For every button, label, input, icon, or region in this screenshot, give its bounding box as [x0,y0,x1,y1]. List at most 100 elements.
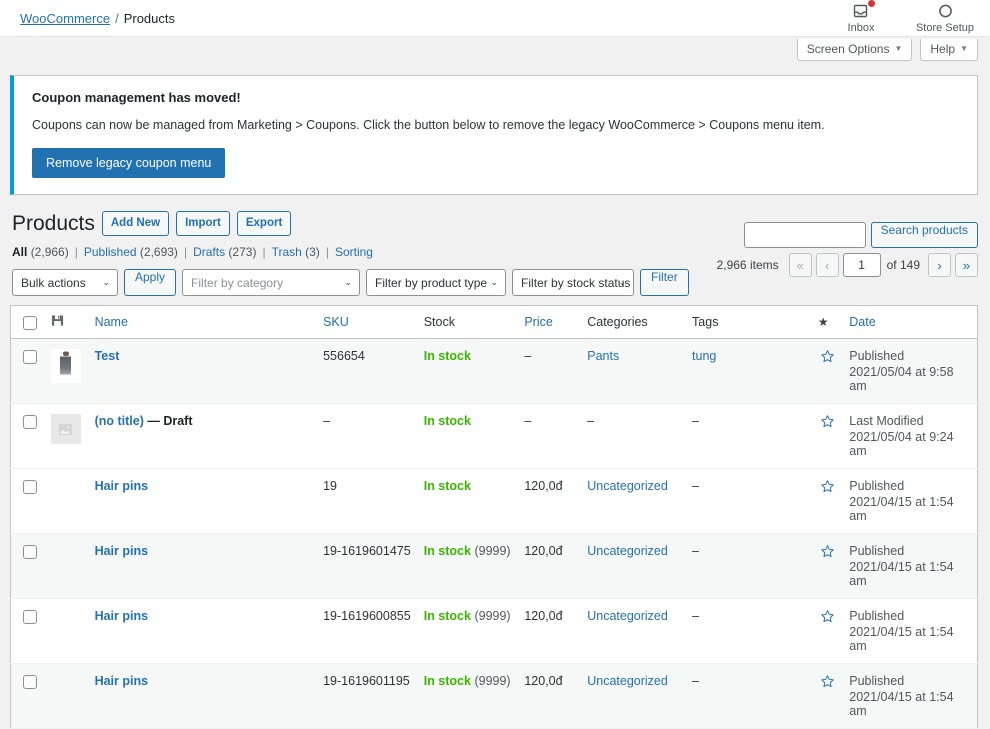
status-link-drafts[interactable]: Drafts [193,245,225,259]
header-sku[interactable]: SKU [317,306,418,339]
product-name-link[interactable]: Test [95,349,120,363]
row-tags-cell: tung [686,339,812,404]
star-outline-icon[interactable] [820,544,835,562]
row-thumbnail-cell [45,664,89,729]
first-page-button[interactable]: « [789,253,812,277]
coupon-notice-title: Coupon management has moved! [32,90,965,105]
header-name-link[interactable]: Name [95,315,128,329]
products-table-head: Name SKU Stock Price Categories Tags ★ D… [11,306,978,339]
search-input[interactable] [744,222,866,248]
row-checkbox[interactable] [23,610,37,624]
table-row[interactable]: Test 556654 In stock – Pants tung Publis… [11,339,978,404]
table-row[interactable]: Hair pins 19-1619601475 In stock (9999) … [11,534,978,599]
import-button[interactable]: Import [176,211,230,236]
select-all-checkbox[interactable] [23,316,37,330]
store-setup-button[interactable]: Store Setup [914,0,976,34]
product-name-link[interactable]: Hair pins [95,479,149,493]
product-name-link[interactable]: Hair pins [95,544,149,558]
screen-options-button[interactable]: Screen Options ▼ [797,39,913,61]
prev-page-button[interactable]: ‹ [816,253,839,277]
help-button[interactable]: Help ▼ [920,39,978,61]
star-outline-icon[interactable] [820,349,835,367]
products-table: Name SKU Stock Price Categories Tags ★ D… [10,305,978,729]
apply-button[interactable]: Apply [124,269,176,296]
screen-options-label: Screen Options [807,43,890,55]
filter-by-category-select[interactable]: Filter by category ⌄ [182,269,360,296]
header-featured[interactable]: ★ [812,306,843,339]
row-tags-cell: – [686,469,812,534]
star-outline-icon[interactable] [820,609,835,627]
category-link[interactable]: Uncategorized [587,544,668,558]
product-thumbnail[interactable] [51,349,81,383]
placeholder-image-icon[interactable] [51,414,81,444]
breadcrumb-link-woocommerce[interactable]: WooCommerce [20,11,110,26]
date-status: Published [849,349,971,363]
search-products-button[interactable]: Search products [871,222,978,248]
status-link-all[interactable]: All [12,245,27,259]
row-checkbox[interactable] [23,545,37,559]
inbox-notification-badge [868,0,875,7]
date-value: 2021/04/15 at 1:54 am [849,690,971,718]
row-stock-cell: In stock (9999) [418,534,519,599]
filter-by-stock-status-select[interactable]: Filter by stock status ⌄ [512,269,634,296]
screen-meta-row: Screen Options ▼ Help ▼ [0,37,990,67]
tag-link[interactable]: tung [692,349,716,363]
date-value: 2021/04/15 at 1:54 am [849,560,971,588]
add-new-button[interactable]: Add New [102,211,169,236]
row-name-cell: Test [89,339,318,404]
star-outline-icon[interactable] [820,674,835,692]
star-outline-icon[interactable] [820,479,835,497]
star-filled-icon: ★ [818,315,829,329]
star-outline-icon[interactable] [820,414,835,432]
product-name-link[interactable]: (no title) [95,414,144,428]
category-link[interactable]: Pants [587,349,619,363]
product-name-link[interactable]: Hair pins [95,609,149,623]
store-setup-label: Store Setup [914,22,976,34]
header-sku-link[interactable]: SKU [323,315,349,329]
stock-status: In stock [424,544,471,558]
row-date-cell: Last Modified 2021/05/04 at 9:24 am [843,404,977,469]
filter-button[interactable]: Filter [640,269,689,296]
last-page-button[interactable]: » [955,253,978,277]
header-date[interactable]: Date [843,306,977,339]
header-name[interactable]: Name [89,306,318,339]
row-checkbox[interactable] [23,415,37,429]
bulk-actions-select[interactable]: Bulk actions ⌄ [12,269,118,296]
export-button[interactable]: Export [237,211,291,236]
category-link[interactable]: Uncategorized [587,479,668,493]
filter-by-product-type-select[interactable]: Filter by product type ⌄ [366,269,506,296]
next-page-button[interactable]: › [928,253,951,277]
header-tags: Tags [686,306,812,339]
row-checkbox[interactable] [23,350,37,364]
filter-by-product-type-label: Filter by product type [375,276,487,290]
row-tags-cell: – [686,534,812,599]
status-count-drafts: (273) [228,245,256,259]
table-header-row: Name SKU Stock Price Categories Tags ★ D… [11,306,978,339]
row-checkbox[interactable] [23,675,37,689]
breadcrumb: WooCommerce / Products [20,11,175,26]
remove-legacy-coupon-menu-button[interactable]: Remove legacy coupon menu [32,148,225,179]
category-link[interactable]: Uncategorized [587,674,668,688]
row-featured-cell [812,469,843,534]
current-page-input[interactable] [843,253,881,277]
row-name-cell: Hair pins [89,664,318,729]
row-checkbox[interactable] [23,480,37,494]
table-row[interactable]: (no title) — Draft – In stock – – – Last… [11,404,978,469]
header-price-link[interactable]: Price [524,315,552,329]
status-link-published[interactable]: Published [84,245,137,259]
status-link-trash[interactable]: Trash [272,245,302,259]
products-table-body: Test 556654 In stock – Pants tung Publis… [11,339,978,729]
pagination: 2,966 items « ‹ of 149 › » [717,253,978,277]
status-link-sorting[interactable]: Sorting [335,245,373,259]
admin-top-bar: WooCommerce / Products Inbox Store Setup [0,0,990,37]
topbar-actions: Inbox Store Setup [830,0,976,34]
table-row[interactable]: Hair pins 19-1619601195 In stock (9999) … [11,664,978,729]
inbox-button[interactable]: Inbox [830,0,892,34]
category-link[interactable]: Uncategorized [587,609,668,623]
header-stock: Stock [418,306,519,339]
product-name-link[interactable]: Hair pins [95,674,149,688]
header-price[interactable]: Price [518,306,581,339]
date-status: Published [849,544,971,558]
header-date-link[interactable]: Date [849,315,875,329]
table-row[interactable]: Hair pins 19 In stock 120,0đ Uncategoriz… [11,469,978,534]
